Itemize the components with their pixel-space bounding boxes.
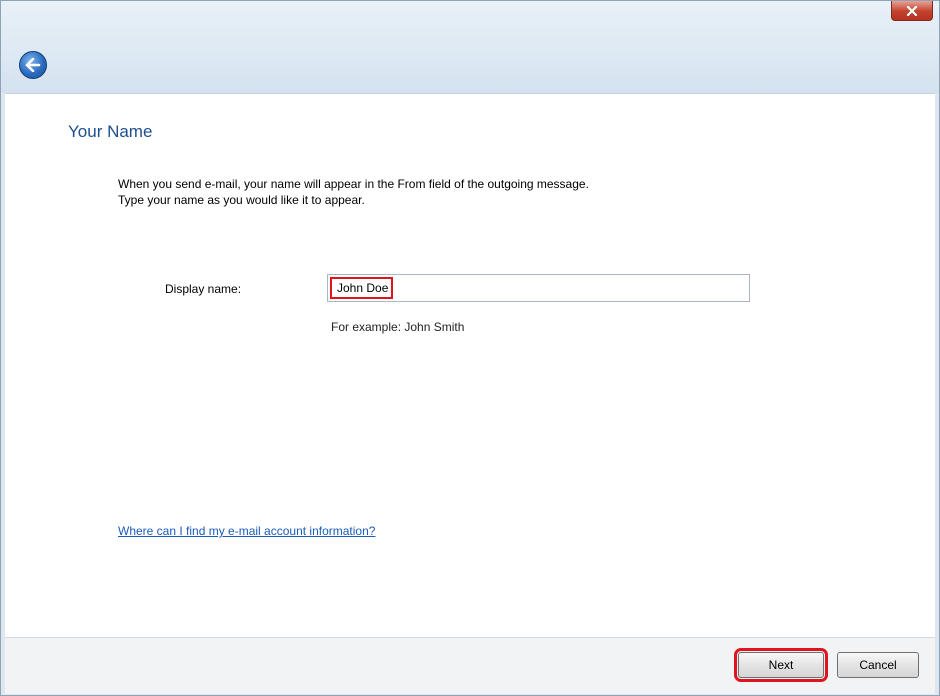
instructions-line-1: When you send e-mail, your name will app…	[118, 177, 589, 191]
instructions-text: When you send e-mail, your name will app…	[118, 176, 589, 208]
close-x-icon	[906, 5, 918, 16]
page-title: Your Name	[68, 122, 153, 141]
close-button[interactable]	[891, 1, 933, 21]
content-panel: Your Name When you send e-mail, your nam…	[5, 93, 935, 638]
title-bar	[1, 1, 939, 93]
wizard-window: Your Name When you send e-mail, your nam…	[0, 0, 940, 696]
back-button[interactable]	[19, 51, 47, 79]
display-name-example: For example: John Smith	[331, 320, 465, 334]
next-button[interactable]: Next	[734, 648, 828, 682]
instructions-line-2: Type your name as you would like it to a…	[118, 193, 365, 207]
account-info-help-link[interactable]: Where can I find my e-mail account infor…	[118, 524, 375, 538]
button-bar: Next Cancel	[5, 637, 935, 694]
display-name-value[interactable]: John Doe	[330, 277, 394, 299]
display-name-label: Display name:	[165, 282, 242, 296]
back-arrow-icon	[25, 58, 41, 72]
display-name-input[interactable]: John Doe	[327, 274, 750, 302]
cancel-button[interactable]: Cancel	[837, 652, 919, 678]
